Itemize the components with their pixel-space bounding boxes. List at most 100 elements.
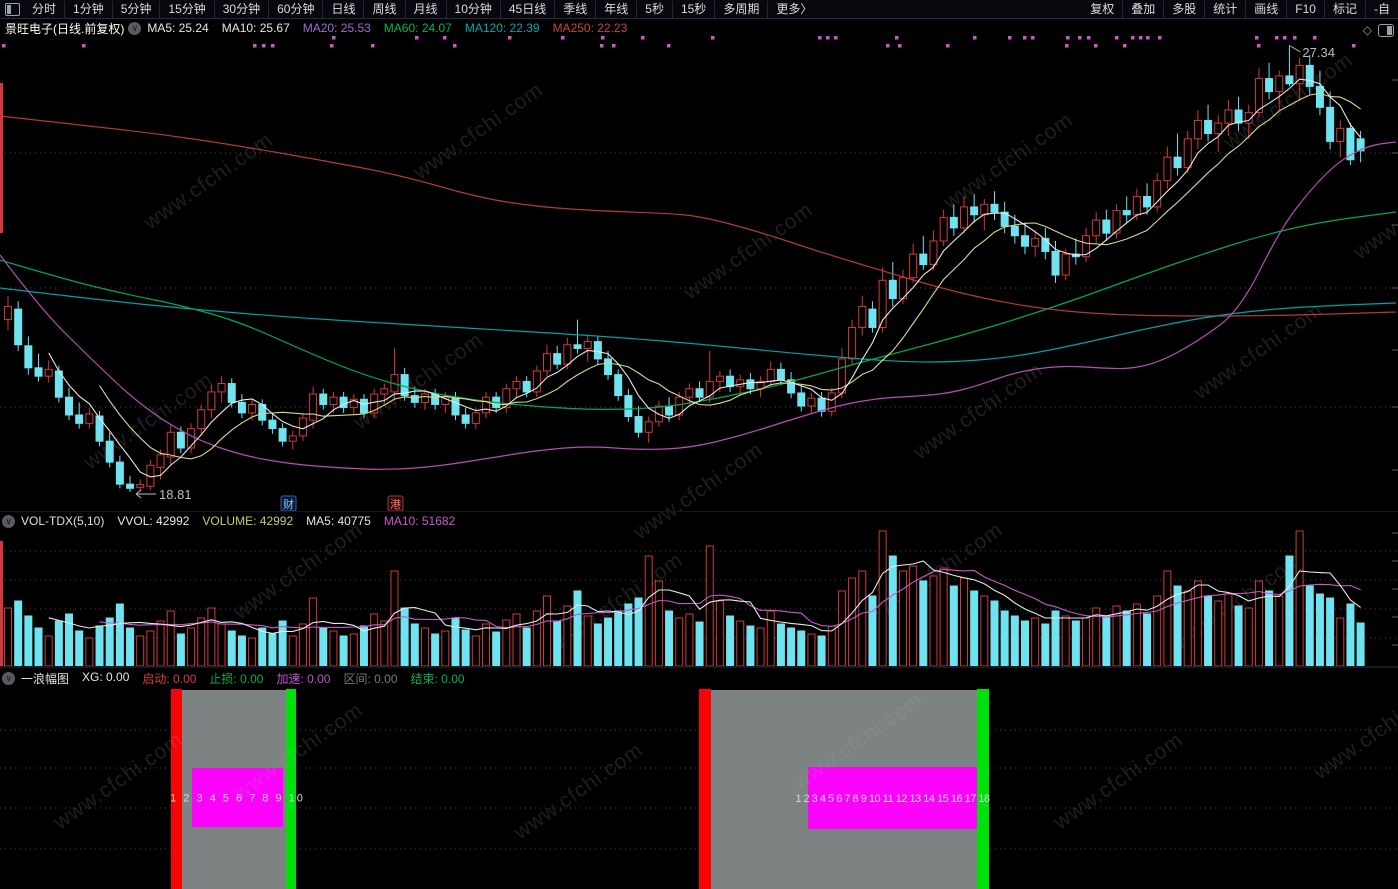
volume-bar [136,635,145,667]
menu-item-多股[interactable]: 多股 [1163,0,1204,18]
signal-dot [600,44,604,48]
menu-item-5秒[interactable]: 5秒 [636,0,672,18]
candle-body [1224,109,1233,124]
stock-title: 景旺电子(日线.前复权) [5,21,125,36]
volume-bar [685,613,694,667]
header-icons: ◇ [1363,23,1394,37]
signal-dot [1283,36,1287,40]
candle-body [14,308,23,346]
menu-item-叠加[interactable]: 叠加 [1122,0,1163,18]
volume-bar [1275,595,1284,667]
menu-item-画线[interactable]: 画线 [1245,0,1286,18]
volume-bar [268,633,277,667]
candle-body [156,454,165,468]
pane-separator-2 [0,667,1398,668]
collapse-main-icon[interactable]: ∨ [128,21,142,35]
volume-bar [787,627,796,667]
menu-item-分时[interactable]: 分时 [24,1,64,18]
volume-bar [34,627,43,667]
volume-bar [675,617,684,667]
watermark-text: www.cfchi.com [939,108,1077,215]
candle-body [1122,210,1131,216]
candle-body [126,483,135,489]
window-icon[interactable] [5,2,20,16]
volume-bar [1010,615,1019,667]
menu-item-年线[interactable]: 年线 [595,0,636,18]
volume-bar [1214,600,1223,667]
menu-item--自[interactable]: -自 [1365,0,1398,18]
volume-bar [1143,613,1152,667]
volume-bar [797,630,806,667]
volume-bar [309,597,318,667]
start-bar [699,689,711,889]
collapse-volume-icon[interactable]: ∨ [2,514,15,528]
volume-bar [1285,555,1294,667]
candle-body [695,388,704,398]
signal-dot [1078,36,1082,40]
menu-item-F10[interactable]: F10 [1286,0,1324,18]
signal-dot [641,36,645,40]
volume-bar [959,577,968,667]
volume-bar [766,610,775,667]
signal-dot [1293,36,1297,40]
menu-item-15秒[interactable]: 15秒 [671,0,714,18]
menu-item-多周期[interactable]: 多周期 [714,0,767,18]
volume-bar [726,615,735,667]
menu-item-复权[interactable]: 复权 [1082,1,1122,18]
menu-item-1分钟[interactable]: 1分钟 [64,0,112,18]
menu-item-标记[interactable]: 标记 [1323,0,1365,18]
collapse-sub-icon[interactable]: ∨ [2,671,15,685]
menu-item-15分钟[interactable]: 15分钟 [159,0,213,18]
menu-item-日线[interactable]: 日线 [322,0,363,18]
menu-item-周线[interactable]: 周线 [363,0,404,18]
watermark-text: www.cfchi.com [49,728,187,835]
signal-dot [330,44,334,48]
watermark-text: www.cfchi.com [509,738,647,845]
menu-item-5分钟[interactable]: 5分钟 [111,0,160,18]
candle-body [1326,106,1335,142]
menu-item-10分钟[interactable]: 10分钟 [445,0,500,18]
chart-canvas[interactable]: www.cfchi.com www.cfchi.com www.cfchi.com w… [0,0,1398,889]
volume-bar [481,623,490,667]
volume-bar [1082,617,1091,667]
window-split-icon[interactable] [1378,23,1394,37]
volume-bar [1071,620,1080,667]
volume-bar [614,610,623,667]
candle-body [1010,225,1019,237]
candle-body [359,398,368,414]
candle-body [451,396,460,416]
volume-bar [359,625,368,667]
volume-bar [654,580,663,667]
menu-item-60分钟[interactable]: 60分钟 [268,0,322,18]
start-bar [171,689,182,889]
candle-body [1132,195,1141,216]
menu-item-更多〉[interactable]: 更多〉 [767,0,820,18]
candle-body [736,379,745,388]
menu-item-月线[interactable]: 月线 [404,0,446,18]
axis-ticks [1392,79,1398,646]
menu-item-统计[interactable]: 统计 [1204,0,1245,18]
candle-body [1285,75,1294,85]
volume-bar [1254,580,1263,667]
diamond-icon[interactable]: ◇ [1363,23,1372,37]
watermark-text: www.cfchi.com [679,198,817,305]
candle-body [166,431,175,458]
volume-bar [1102,615,1111,667]
signal-dot [826,36,830,40]
candle-body [248,403,257,414]
volume-bar [54,620,63,667]
volume-labels: VVOL: 42992 VOLUME: 42992 MA5: 40775 MA10: … [117,514,468,528]
candle-body [329,396,338,405]
volume-bar [1224,593,1233,667]
volume-bar [868,595,877,667]
period-menu: 分时 1分钟 5分钟 15分钟 30分钟 60分钟 日线 周线 月线 10分钟 45日线 季线 年线 5秒… [24,0,820,18]
menu-item-30分钟[interactable]: 30分钟 [213,0,268,18]
candle-body [75,414,84,424]
signal-dot [818,36,822,40]
signal-dot [1257,44,1261,48]
candle-body [471,412,480,424]
ma-label-MA250: MA250: 22.23 [552,21,628,35]
menu-item-45日线[interactable]: 45日线 [499,0,554,18]
menu-item-季线[interactable]: 季线 [554,0,595,18]
candle-body [563,344,572,365]
